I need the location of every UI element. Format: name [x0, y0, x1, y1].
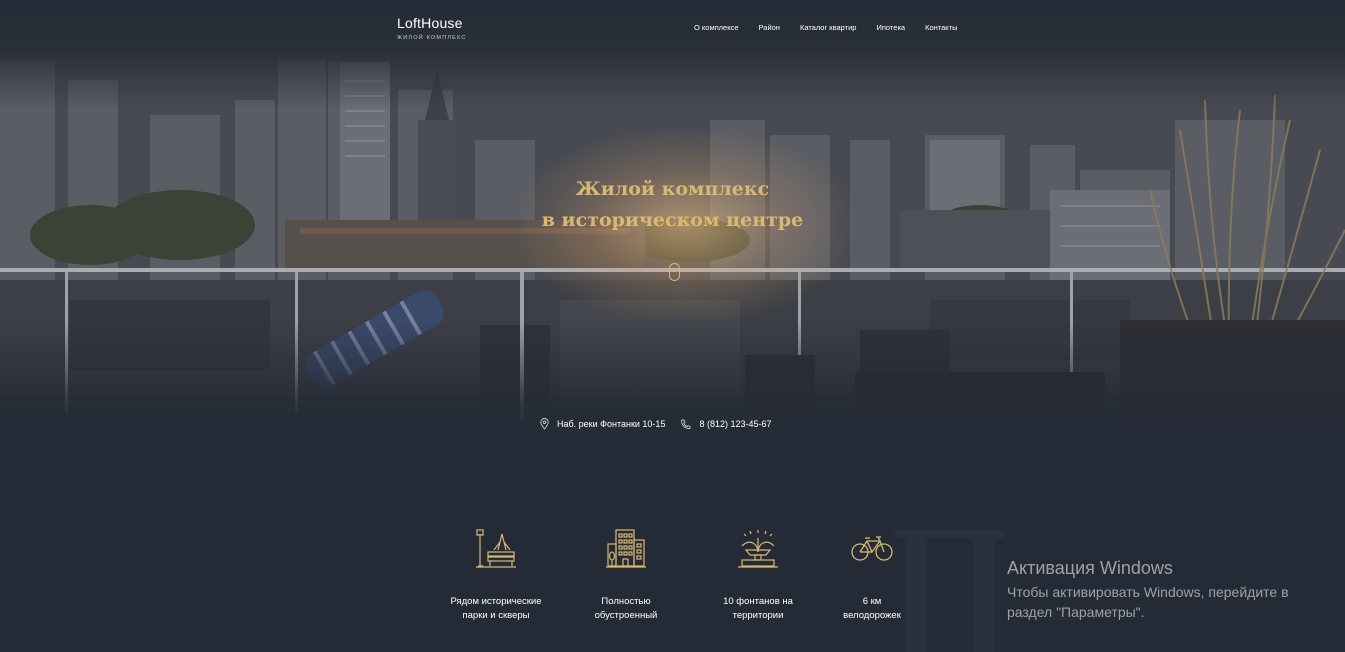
feature-parks-text: Рядом исторические парки и скверы: [436, 595, 556, 623]
bicycle-icon: [851, 536, 893, 561]
feature-bike-paths-text: 6 км велодорожек: [812, 595, 932, 623]
phone-item[interactable]: 8 (812) 123-45-67: [680, 419, 772, 430]
main-nav: О комплексе Район Каталог квартир Ипотек…: [694, 23, 957, 32]
nav-district[interactable]: Район: [759, 23, 780, 32]
hero-title-line1: Жилой комплекс: [575, 178, 770, 200]
feature-fountains-line1: 10 фонтанов на: [723, 596, 793, 607]
feature-fountains-line2: территории: [732, 610, 784, 621]
nav-mortgage[interactable]: Ипотека: [876, 23, 905, 32]
scroll-down-icon[interactable]: [669, 263, 680, 281]
nav-about[interactable]: О комплексе: [694, 23, 739, 32]
watermark-text: Чтобы активировать Windows, перейдите в …: [1007, 584, 1289, 620]
feature-infrastructure-line1: Полностью: [601, 596, 651, 607]
map-pin-icon: [540, 418, 549, 430]
feature-bike-paths: 6 км велодорожек: [812, 526, 932, 623]
fountain-icon: [738, 530, 778, 568]
feature-parks-line1: Рядом исторические: [450, 596, 542, 607]
feature-bike-paths-line2: велодорожек: [843, 610, 901, 621]
logo-subtitle: ЖИЛОЙ КОМПЛЕКС: [397, 35, 467, 41]
feature-infrastructure: Полностью обустроенный: [566, 526, 686, 623]
windows-activation-watermark: Активация Windows Чтобы активировать Win…: [1007, 558, 1327, 622]
park-bench-icon: [476, 529, 516, 568]
logo[interactable]: LoftHouse ЖИЛОЙ КОМПЛЕКС: [397, 15, 467, 41]
feature-bike-paths-line1: 6 км: [862, 596, 882, 607]
feature-parks-line2: парки и скверы: [462, 610, 530, 621]
nav-contacts[interactable]: Контакты: [925, 23, 957, 32]
feature-parks: Рядом исторические парки и скверы: [436, 526, 556, 623]
nav-catalog[interactable]: Каталог квартир: [800, 23, 857, 32]
hero-top-shade: [0, 0, 1345, 110]
feature-fountains: 10 фонтанов на территории: [698, 526, 818, 623]
address-item: Наб. реки Фонтанки 10-15: [540, 418, 665, 430]
watermark-title: Активация Windows: [1007, 558, 1173, 578]
buildings-icon: [606, 529, 646, 568]
logo-name: LoftHouse: [397, 15, 463, 31]
contact-line: Наб. реки Фонтанки 10-15 8 (812) 123-45-…: [540, 418, 772, 430]
hero-title: Жилой комплекс в историческом центре: [0, 174, 1345, 236]
feature-fountains-text: 10 фонтанов на территории: [698, 595, 818, 623]
feature-infrastructure-line2: обустроенный: [594, 610, 658, 621]
phone-icon: [681, 419, 691, 429]
phone-text[interactable]: 8 (812) 123-45-67: [699, 419, 771, 429]
address-text: Наб. реки Фонтанки 10-15: [557, 419, 666, 429]
feature-infrastructure-text: Полностью обустроенный: [566, 595, 686, 623]
hero-title-line2: в историческом центре: [541, 209, 804, 231]
